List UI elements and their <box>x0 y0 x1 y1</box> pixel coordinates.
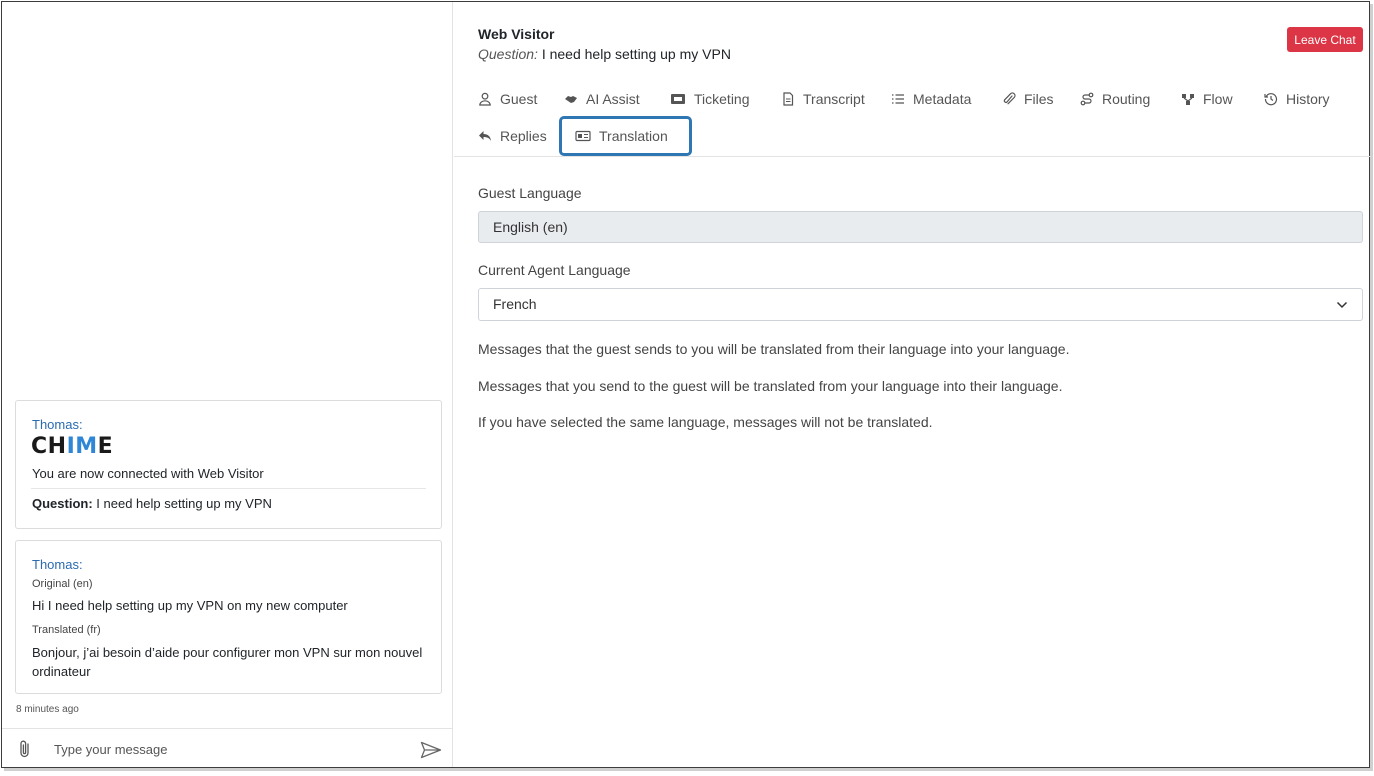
tab-label: Ticketing <box>694 91 750 107</box>
tab-label: Transcript <box>803 91 865 107</box>
tab-routing[interactable]: Routing <box>1080 87 1150 111</box>
send-icon[interactable] <box>420 741 442 759</box>
message-timestamp: 8 minutes ago <box>16 704 79 715</box>
tab-label: Replies <box>500 128 547 144</box>
translated-language-label: Translated (fr) <box>32 624 101 636</box>
history-icon <box>1264 93 1278 106</box>
ticket-icon <box>671 94 685 104</box>
visitor-question-text: I need help setting up my VPN <box>541 46 731 62</box>
id-card-icon <box>575 130 591 142</box>
tab-guest[interactable]: Guest <box>478 87 537 111</box>
info-text: Messages that you send to the guest will… <box>478 378 1063 394</box>
tab-label: Metadata <box>913 91 972 107</box>
guest-language-field: English (en) <box>478 211 1363 243</box>
message-input[interactable] <box>54 737 404 761</box>
card-divider <box>31 488 426 489</box>
leave-chat-button[interactable]: Leave Chat <box>1287 27 1363 52</box>
app-window: Thomas: CHIME You are now connected with… <box>1 1 1371 768</box>
paperclip-icon[interactable] <box>18 739 32 759</box>
window-shadow-bottom <box>4 768 1373 771</box>
tab-translation[interactable]: Translation <box>559 116 692 156</box>
tab-transcript[interactable]: Transcript <box>781 87 865 111</box>
tab-ai-assist[interactable]: AI Assist <box>564 87 640 111</box>
tabs-divider <box>454 156 1371 157</box>
chat-message-card: Thomas: CHIME You are now connected with… <box>15 400 442 529</box>
flow-icon <box>1182 94 1194 105</box>
tab-label: Files <box>1024 91 1054 107</box>
original-message-text: Hi I need help setting up my VPN on my n… <box>32 598 348 613</box>
message-question: Question: I need help setting up my VPN <box>32 496 272 511</box>
agent-language-select[interactable]: French <box>478 288 1363 321</box>
tab-ticketing[interactable]: Ticketing <box>670 87 750 111</box>
visitor-question-label: Question: <box>478 46 538 62</box>
tab-replies[interactable]: Replies <box>478 124 547 148</box>
chat-pane: Thomas: CHIME You are now connected with… <box>2 2 453 767</box>
agent-language-label: Current Agent Language <box>478 262 631 278</box>
tab-label: Flow <box>1203 91 1233 107</box>
list-icon <box>892 94 904 104</box>
info-text: Messages that the guest sends to you wil… <box>478 341 1070 357</box>
tab-flow[interactable]: Flow <box>1181 87 1233 111</box>
tab-history[interactable]: History <box>1264 87 1330 111</box>
agent-language-value: French <box>493 296 537 312</box>
guest-language-label: Guest Language <box>478 185 582 201</box>
tab-files[interactable]: Files <box>1002 87 1054 111</box>
tab-label: AI Assist <box>586 91 640 107</box>
reply-icon <box>479 131 491 141</box>
tab-label: Translation <box>599 128 668 144</box>
document-icon <box>783 92 794 106</box>
tab-label: Guest <box>500 91 538 107</box>
chat-message-card: Thomas: Original (en) Hi I need help set… <box>15 540 442 694</box>
chime-logo: CHIME <box>31 434 114 459</box>
user-icon <box>479 92 491 106</box>
visitor-name: Web Visitor <box>478 26 555 42</box>
tab-metadata[interactable]: Metadata <box>891 87 971 111</box>
chevron-down-icon <box>1336 301 1348 309</box>
handshake-icon <box>565 96 577 103</box>
visitor-question: Question: I need help setting up my VPN <box>478 46 731 62</box>
question-text: I need help setting up my VPN <box>96 496 272 511</box>
tab-label: Routing <box>1102 91 1151 107</box>
tab-label: History <box>1286 91 1330 107</box>
translated-message-text: Bonjour, j’ai besoin d’aide pour configu… <box>32 645 423 679</box>
info-text: If you have selected the same language, … <box>478 414 933 430</box>
message-sender: Thomas: <box>32 417 83 432</box>
paperclip-icon <box>1003 92 1016 105</box>
question-label: Question: <box>32 496 93 511</box>
detail-pane: Web Visitor Question: I need help settin… <box>454 2 1371 767</box>
original-language-label: Original (en) <box>32 578 93 590</box>
message-sender: Thomas: <box>32 557 83 572</box>
route-icon <box>1080 92 1094 106</box>
message-composer <box>2 728 453 768</box>
connected-text: You are now connected with Web Visitor <box>32 466 264 481</box>
